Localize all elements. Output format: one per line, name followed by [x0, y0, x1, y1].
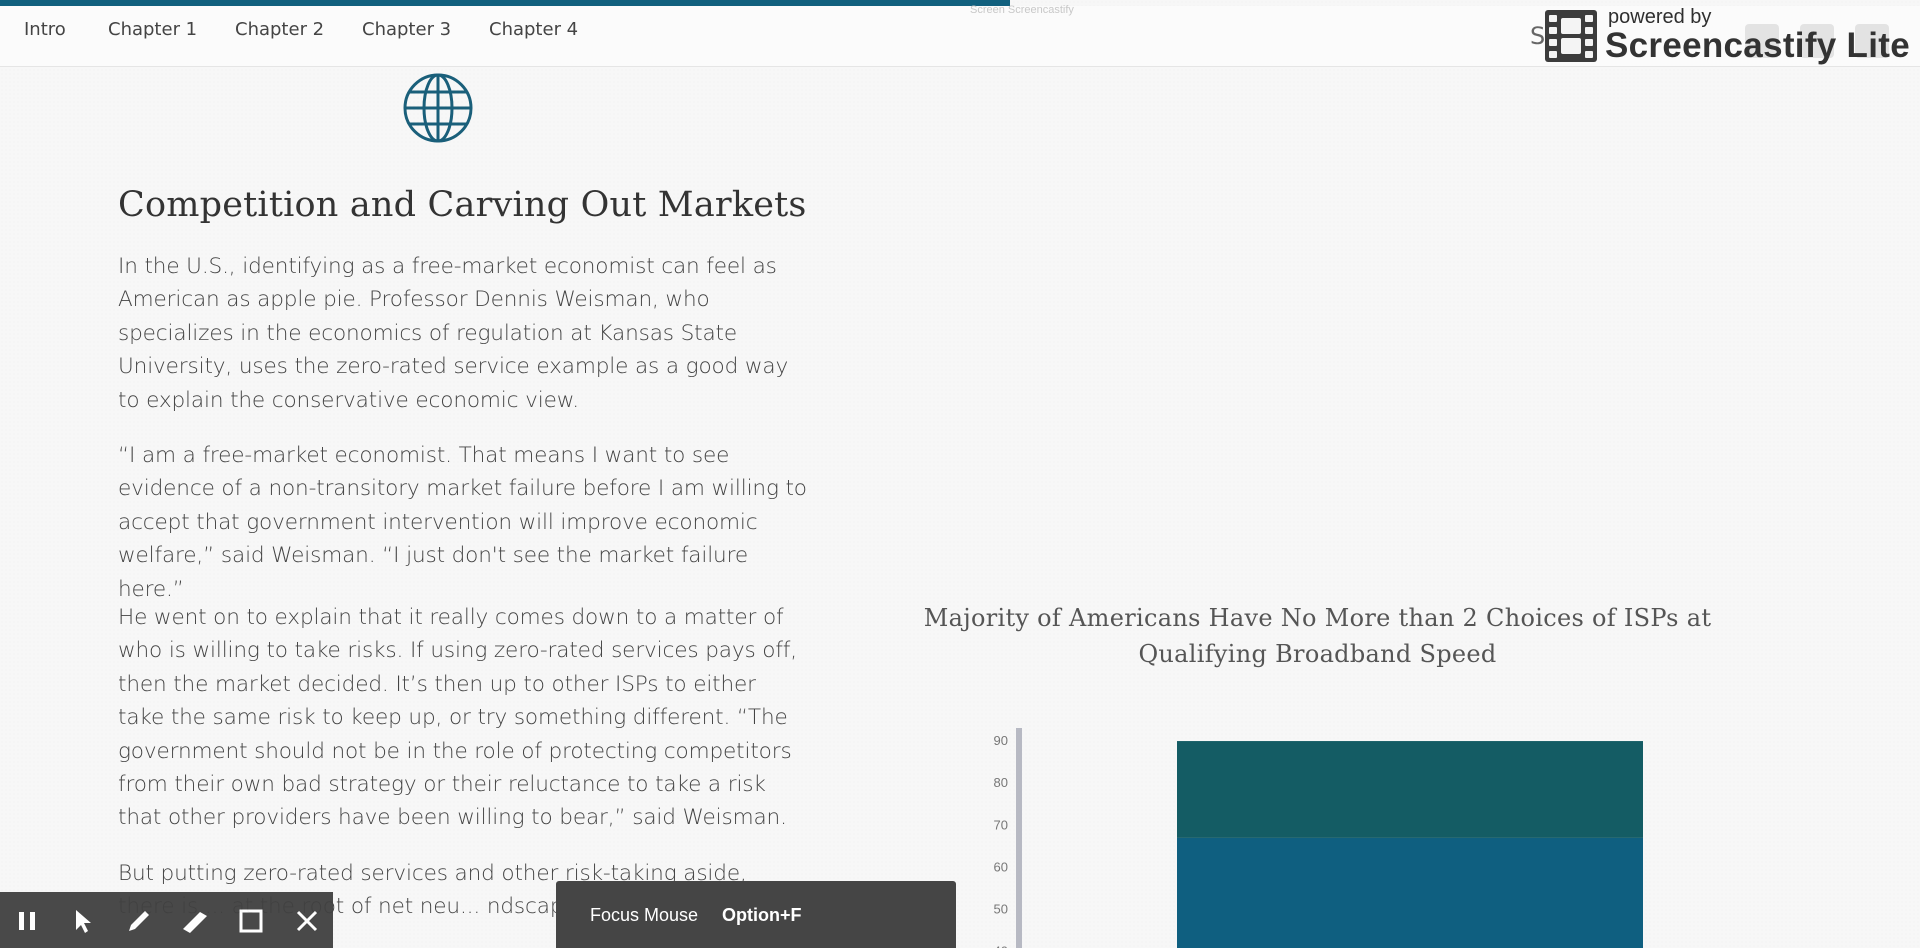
rectangle-icon[interactable] — [234, 904, 268, 938]
y-tick-label: 80 — [994, 775, 1008, 790]
section-heading: Competition and Carving Out Markets — [118, 185, 807, 225]
nav-chapter-2[interactable]: Chapter 2 — [235, 19, 324, 40]
screencastify-toolbar — [0, 892, 333, 948]
article-paragraph: “I am a free-market economist. That mean… — [118, 443, 807, 602]
y-tick-label: 50 — [994, 901, 1008, 916]
pause-icon[interactable] — [10, 904, 44, 938]
nav-chapter-4[interactable]: Chapter 4 — [489, 19, 578, 40]
cursor-icon[interactable] — [66, 904, 100, 938]
screencastify-brand: Screencastify Lite — [1605, 26, 1910, 65]
nav-partial-item[interactable]: S — [1530, 22, 1545, 50]
article-paragraph: He went on to explain that it really com… — [118, 605, 797, 831]
screencastify-watermark: powered by Screencastify Lite — [1545, 6, 1915, 70]
y-axis-line — [1016, 728, 1022, 948]
isp-choices-chart: 40 50 60 70 80 90 — [994, 728, 1643, 948]
article-paragraph: In the U.S., identifying as a free-marke… — [118, 254, 789, 413]
focus-mouse-shortcut: Option+F — [722, 905, 802, 925]
bar-segment-1 — [1177, 837, 1643, 948]
highlighter-icon[interactable] — [178, 904, 212, 938]
close-icon[interactable] — [290, 904, 324, 938]
y-tick-label: 40 — [994, 944, 1008, 948]
nav-chapter-3[interactable]: Chapter 3 — [362, 19, 451, 40]
y-tick-label: 90 — [994, 733, 1008, 748]
pen-icon[interactable] — [122, 904, 156, 938]
focus-mouse-label: Focus Mouse — [590, 905, 699, 925]
y-tick-label: 60 — [994, 859, 1008, 874]
focus-mouse-hint[interactable]: Focus Mouse Option+F — [556, 881, 956, 948]
nav-chapter-1[interactable]: Chapter 1 — [108, 19, 197, 40]
nav-intro[interactable]: Intro — [24, 19, 66, 40]
film-strip-icon — [1545, 10, 1597, 62]
bar-segment-2 — [1177, 741, 1643, 838]
share-link[interactable]: Screen Screencastify — [970, 4, 1074, 16]
chart-title: Majority of Americans Have No More than … — [923, 604, 1712, 668]
globe-icon — [403, 73, 473, 143]
y-tick-label: 70 — [994, 817, 1008, 832]
